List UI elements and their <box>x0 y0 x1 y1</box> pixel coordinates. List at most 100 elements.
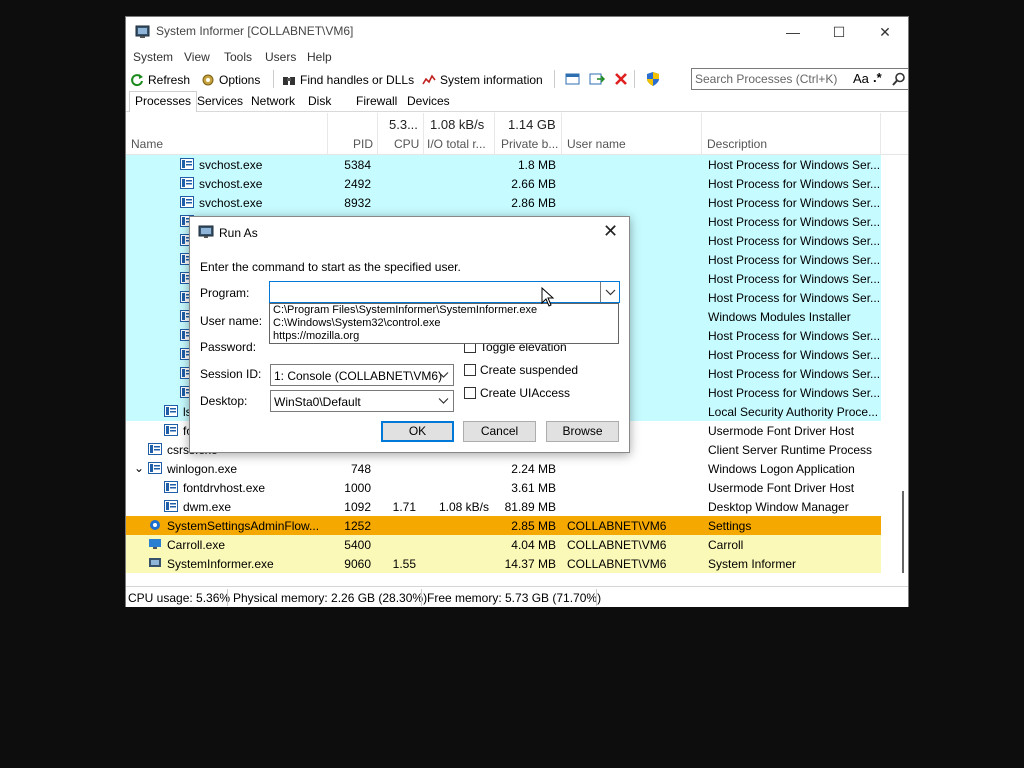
window-icon[interactable] <box>565 72 580 86</box>
vertical-scrollbar[interactable] <box>898 155 908 575</box>
column-cpu[interactable]: CPU <box>394 137 419 151</box>
column-pid[interactable]: PID <box>353 137 373 151</box>
process-name: SystemInformer.exe <box>167 557 274 571</box>
process-pid: 9060 <box>344 557 371 571</box>
column-private-bytes[interactable]: Private b... <box>501 137 558 151</box>
table-row[interactable]: ⌄ winlogon.exe 748 2.24 MB Windows Logon App… <box>126 459 881 478</box>
browse-button[interactable]: Browse <box>546 421 619 442</box>
desktop-label: Desktop: <box>200 394 248 408</box>
table-row[interactable]: svchost.exe 5384 1.8 MB Host Process for Wi… <box>126 155 881 174</box>
search-input[interactable]: Search Processes (Ctrl+K) Aa .* <box>691 68 909 90</box>
regex-button[interactable]: .* <box>873 70 882 85</box>
table-row[interactable]: Carroll.exe 5400 4.04 MB COLLABNET\VM6 Carro… <box>126 535 881 554</box>
column-description[interactable]: Description <box>707 137 767 151</box>
session-id-label: Session ID: <box>200 367 262 381</box>
tab-disk[interactable]: Disk <box>308 94 331 108</box>
gear-icon <box>202 74 214 85</box>
dialog-instruction: Enter the command to start as the specif… <box>200 260 461 274</box>
program-label: Program: <box>200 286 250 300</box>
column-user-name[interactable]: User name <box>567 137 626 151</box>
program-dropdown-list[interactable]: C:\Program Files\SystemInformer\SystemIn… <box>269 303 619 344</box>
process-description: Desktop Window Manager <box>708 500 849 514</box>
options-button[interactable]: Options <box>201 71 260 88</box>
tab-services[interactable]: Services <box>197 94 243 108</box>
menu-system[interactable]: System <box>133 50 173 64</box>
table-row[interactable]: svchost.exe 2492 2.66 MB Host Process for W… <box>126 174 881 193</box>
program-option[interactable]: C:\Windows\System32\control.exe <box>273 317 441 329</box>
program-option[interactable]: https://mozilla.org <box>273 330 359 342</box>
minimize-button[interactable]: — <box>770 17 816 47</box>
shield-icon[interactable] <box>645 71 661 87</box>
window-arrow-icon[interactable] <box>589 72 605 86</box>
process-icon <box>164 500 178 512</box>
scrollbar-thumb[interactable] <box>902 491 904 573</box>
column-io-total[interactable]: I/O total r... <box>427 137 486 151</box>
match-case-button[interactable]: Aa <box>853 71 869 86</box>
desktop-combobox[interactable]: WinSta0\Default <box>270 390 454 412</box>
column-name[interactable]: Name <box>131 137 163 151</box>
process-icon <box>164 405 178 417</box>
process-private-bytes: 2.66 MB <box>511 177 556 191</box>
maximize-button[interactable]: ☐ <box>816 17 862 47</box>
find-handles-label: Find handles or DLLs <box>300 72 415 87</box>
process-name: dwm.exe <box>183 500 232 514</box>
search-icon[interactable] <box>892 72 906 86</box>
checkbox-box[interactable] <box>464 364 476 376</box>
title-bar[interactable]: System Informer [COLLABNET\VM6] — ☐ ✕ <box>126 17 908 47</box>
column-divider <box>880 113 881 155</box>
menu-view[interactable]: View <box>184 50 210 64</box>
menu-tools[interactable]: Tools <box>224 50 252 64</box>
tab-network[interactable]: Network <box>251 94 295 108</box>
process-name: svchost.exe <box>199 196 263 210</box>
system-information-button[interactable]: System information <box>422 71 543 88</box>
process-icon <box>180 177 194 189</box>
menu-users[interactable]: Users <box>265 50 296 64</box>
toolbar-separator <box>554 70 555 88</box>
expand-chevron-icon[interactable]: ⌄ <box>134 461 144 475</box>
process-icon <box>148 443 162 455</box>
table-row[interactable]: svchost.exe 8932 2.86 MB Host Process for W… <box>126 193 881 212</box>
create-suspended-checkbox[interactable]: Create suspended <box>464 363 578 377</box>
process-description: Host Process for Windows Ser... <box>708 196 881 210</box>
dialog-close-button[interactable]: ✕ <box>603 221 618 242</box>
create-uiaccess-checkbox[interactable]: Create UIAccess <box>464 386 570 400</box>
session-id-combobox[interactable]: 1: Console (COLLABNET\VM6) <box>270 364 454 386</box>
process-description: Host Process for Windows Ser... <box>708 386 881 400</box>
process-private-bytes: 2.85 MB <box>511 519 556 533</box>
ok-button[interactable]: OK <box>381 421 454 442</box>
table-row[interactable]: SystemInformer.exe 9060 1.55 14.37 MB COLLAB… <box>126 554 881 573</box>
process-user: COLLABNET\VM6 <box>567 538 667 552</box>
binoculars-icon <box>283 76 295 85</box>
process-description: Host Process for Windows Ser... <box>708 329 881 343</box>
checkbox-box[interactable] <box>464 387 476 399</box>
process-icon <box>149 539 161 549</box>
process-user: COLLABNET\VM6 <box>567 519 667 533</box>
table-row[interactable]: fontdrvhost.exe 1000 3.61 MB Usermode Font … <box>126 478 881 497</box>
refresh-button[interactable]: Refresh <box>130 71 190 88</box>
table-row[interactable]: dwm.exe 1092 1.71 1.08 kB/s 81.89 MB Desktop … <box>126 497 881 516</box>
close-process-icon[interactable] <box>614 72 628 86</box>
process-pid: 5400 <box>344 538 371 552</box>
system-informer-app-icon <box>135 25 150 38</box>
graph-icon <box>422 73 436 84</box>
close-button[interactable]: ✕ <box>862 17 908 47</box>
process-io: 1.08 kB/s <box>438 500 489 514</box>
table-row[interactable]: SystemSettingsAdminFlow... 1252 2.85 MB COL… <box>126 516 881 535</box>
program-option[interactable]: C:\Program Files\SystemInformer\SystemIn… <box>273 304 537 316</box>
process-icon <box>150 520 160 530</box>
system-information-label: System information <box>440 72 543 87</box>
find-handles-button[interactable]: Find handles or DLLs <box>282 71 414 88</box>
program-combobox[interactable] <box>269 281 620 303</box>
tab-firewall[interactable]: Firewall <box>356 94 397 108</box>
cancel-button[interactable]: Cancel <box>463 421 536 442</box>
program-dropdown-button[interactable] <box>600 282 619 302</box>
menu-help[interactable]: Help <box>307 50 332 64</box>
process-pid: 8932 <box>344 196 371 210</box>
chevron-down-icon <box>605 289 616 296</box>
process-description: Usermode Font Driver Host <box>708 481 855 495</box>
toolbar-separator <box>273 70 274 88</box>
tab-processes[interactable]: Processes <box>129 91 198 112</box>
tab-devices[interactable]: Devices <box>407 94 450 108</box>
process-pid: 748 <box>350 462 371 476</box>
process-name: svchost.exe <box>199 158 263 172</box>
